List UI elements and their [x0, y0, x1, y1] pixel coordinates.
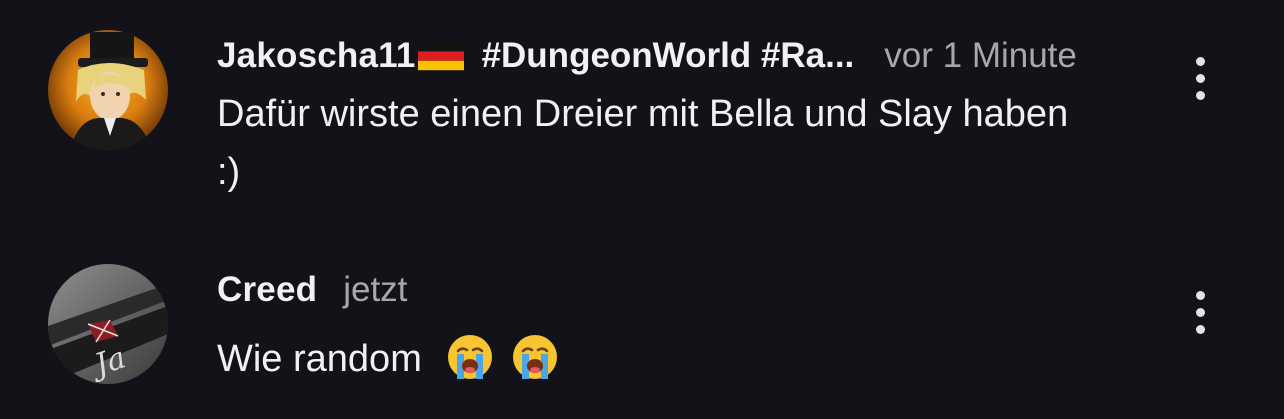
comment-menu-button[interactable] — [1176, 282, 1224, 342]
avatar[interactable]: Ja — [48, 264, 168, 384]
avatar[interactable] — [48, 30, 168, 150]
comment-meta: Creed jetzt — [217, 262, 1154, 318]
author-name[interactable]: Creed — [217, 270, 317, 310]
vertical-dots-icon — [1195, 56, 1205, 66]
comment-text: Dafür wirste einen Dreier mit Bella und … — [217, 93, 1069, 193]
comment-timestamp: jetzt — [343, 270, 408, 309]
germany-flag-icon — [417, 40, 464, 72]
comment-text: Wie random — [217, 330, 1097, 388]
loudly-crying-face-icon — [511, 333, 559, 381]
comment-list: Jakoscha11 #DungeonWorld #Ra... vor 1 Mi… — [0, 0, 1284, 419]
author-tags: #DungeonWorld #Ra... — [481, 36, 855, 75]
comment-content: Creed jetzt Wie random — [217, 262, 1154, 388]
comment-menu-button[interactable] — [1176, 48, 1224, 108]
author-name[interactable]: Jakoscha11 — [217, 36, 416, 76]
vertical-dots-icon — [1195, 290, 1205, 300]
comment-text-body: Wie random — [217, 338, 422, 380]
comment-meta: Jakoscha11 #DungeonWorld #Ra... vor 1 Mi… — [217, 28, 1154, 84]
comment-timestamp: vor 1 Minute — [884, 36, 1077, 75]
loudly-crying-face-icon — [446, 333, 494, 381]
comment-content: Jakoscha11 #DungeonWorld #Ra... vor 1 Mi… — [217, 28, 1154, 201]
